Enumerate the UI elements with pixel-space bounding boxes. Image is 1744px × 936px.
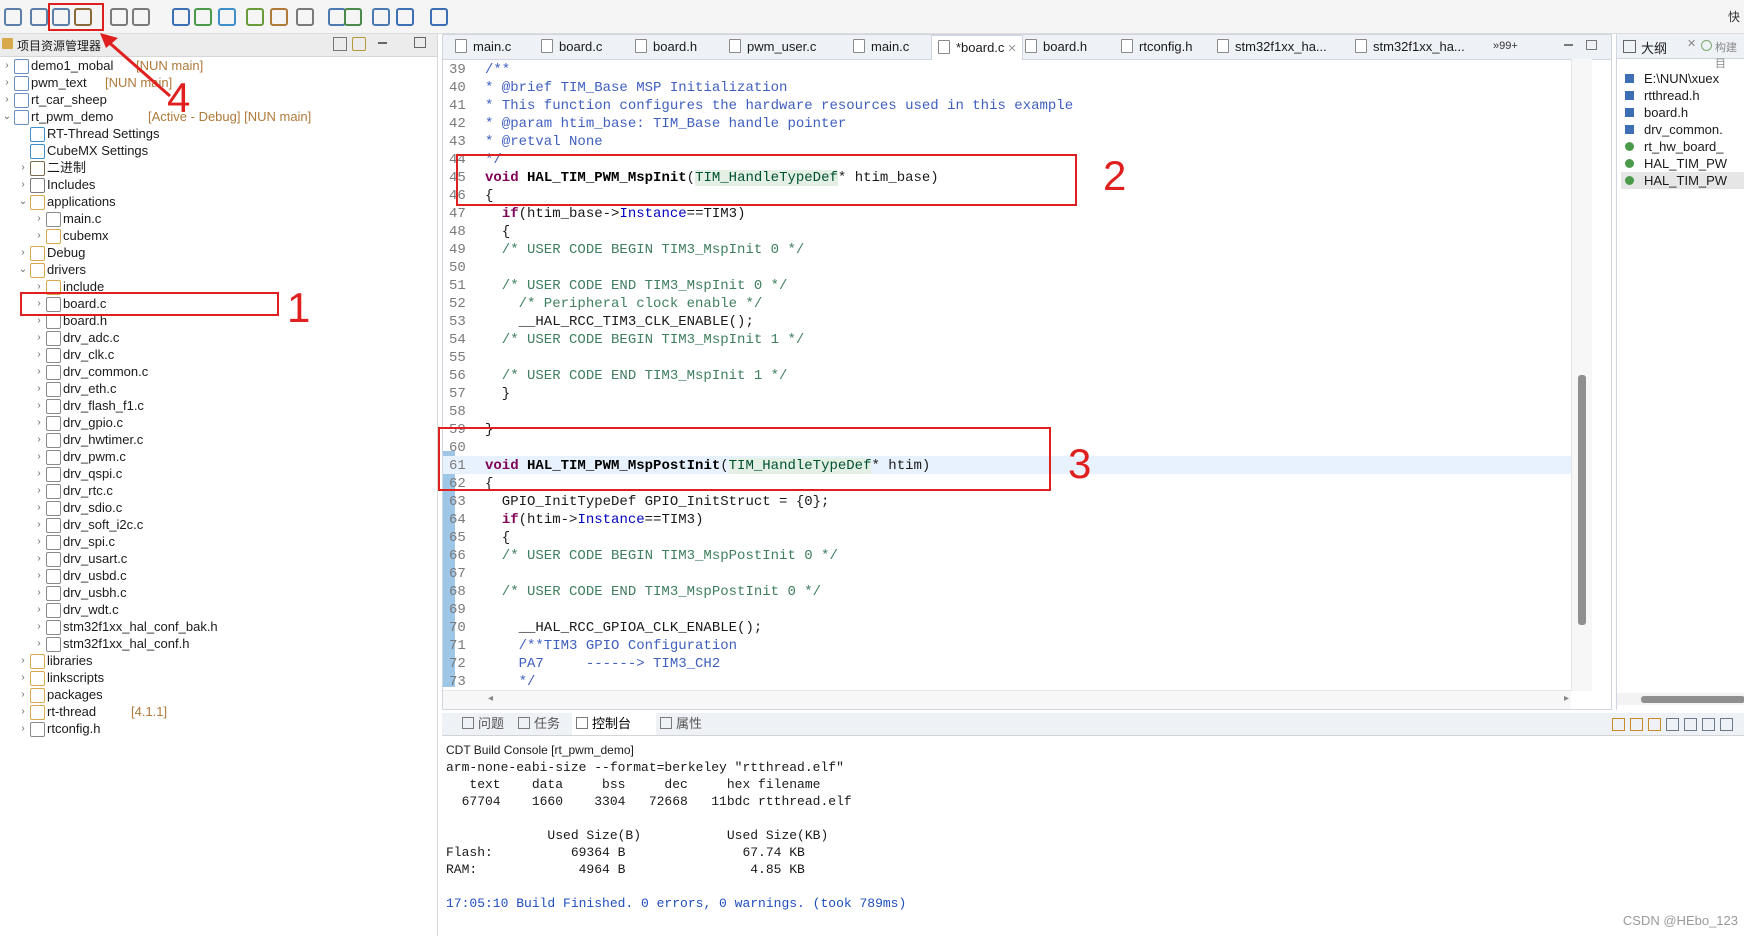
annotation-arrow	[100, 33, 171, 98]
